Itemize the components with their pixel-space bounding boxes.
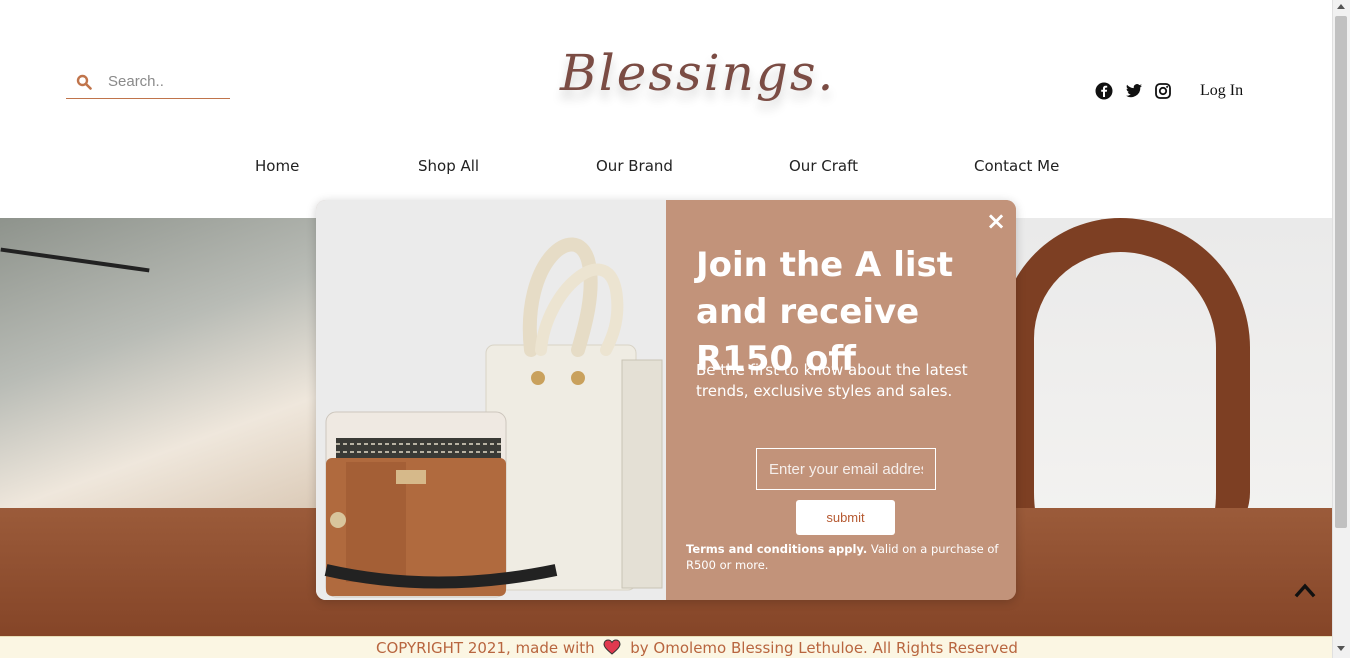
email-field[interactable] <box>756 448 936 490</box>
page: Blessings. Log In Home Shop All Our Bran… <box>0 0 1332 658</box>
hero-bag-strap <box>1000 218 1250 548</box>
heart-icon <box>603 639 621 655</box>
terms-text: Terms and conditions apply. Valid on a p… <box>686 541 1016 573</box>
chevron-up-icon[interactable] <box>1294 580 1316 600</box>
login-link[interactable]: Log In <box>1200 82 1243 100</box>
hero-fabric <box>0 218 330 518</box>
scroll-up-icon[interactable] <box>1337 4 1345 9</box>
search-input[interactable] <box>106 72 228 91</box>
facebook-icon[interactable] <box>1095 82 1113 100</box>
scroll-down-icon[interactable] <box>1337 646 1345 651</box>
newsletter-popup: × Join the A list and receive R150 off B… <box>316 200 1016 600</box>
copyright-after: by Omolemo Blessing Lethuloe. All Rights… <box>630 639 1018 657</box>
close-icon[interactable]: × <box>986 209 1006 233</box>
scrollbar-thumb[interactable] <box>1335 16 1347 528</box>
terms-bold: Terms and conditions apply. <box>686 542 868 556</box>
popup-subtext: Be the first to know about the latest tr… <box>696 361 968 400</box>
nav-shop-all[interactable]: Shop All <box>418 157 479 175</box>
copyright-text: COPYRIGHT 2021, made with by Omolemo Ble… <box>376 639 1018 657</box>
vertical-scrollbar[interactable] <box>1332 0 1350 658</box>
nav-our-brand[interactable]: Our Brand <box>596 157 673 175</box>
instagram-icon[interactable] <box>1154 82 1172 100</box>
twitter-icon[interactable] <box>1125 82 1143 100</box>
brand-logo[interactable]: Blessings. <box>560 44 833 124</box>
handbags-illustration <box>316 200 666 600</box>
popup-product-image <box>316 200 666 600</box>
nav-home[interactable]: Home <box>255 157 299 175</box>
popup-content: × Join the A list and receive R150 off B… <box>666 200 1016 600</box>
footer-bar: COPYRIGHT 2021, made with by Omolemo Ble… <box>0 636 1332 658</box>
submit-button[interactable]: submit <box>796 500 895 535</box>
search-box[interactable] <box>66 66 230 99</box>
nav-our-craft[interactable]: Our Craft <box>789 157 858 175</box>
copyright-before: COPYRIGHT 2021, made with <box>376 639 595 657</box>
search-icon[interactable] <box>76 74 92 90</box>
nav-contact-me[interactable]: Contact Me <box>974 157 1059 175</box>
